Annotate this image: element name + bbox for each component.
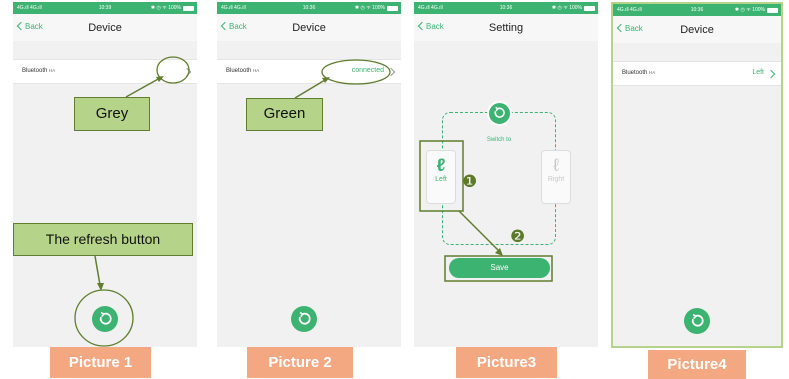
battery-icon bbox=[584, 6, 595, 11]
refresh-icon bbox=[298, 311, 311, 325]
phone-screen-1: 4G.ıll 4G.ıll 10:39 ✱ ◷ ᯤ 100% Back Devi… bbox=[13, 2, 197, 347]
refresh-icon bbox=[99, 311, 112, 325]
refresh-icon bbox=[691, 313, 704, 327]
caption-picture-2: Picture 2 bbox=[247, 347, 353, 378]
left-device-card[interactable]: ℓ Left bbox=[426, 150, 456, 204]
refresh-button[interactable] bbox=[291, 306, 317, 332]
status-icons: ✱ ◷ ᯤ 100% bbox=[551, 5, 582, 11]
status-icons: ✱ ◷ ᯤ 100% bbox=[150, 5, 181, 11]
refresh-button[interactable] bbox=[684, 308, 710, 334]
status-bar: 4G.ıll 4G.ıll 10:36 ✱ ◷ ᯤ 100% bbox=[613, 4, 781, 16]
caption-picture-3: Picture3 bbox=[456, 347, 557, 378]
right-label: Right bbox=[547, 176, 565, 183]
step-2-marker: ❷ bbox=[510, 227, 526, 246]
page-title: Device bbox=[292, 22, 326, 34]
caption-picture-4: Picture4 bbox=[648, 350, 746, 379]
refresh-button[interactable] bbox=[92, 306, 118, 332]
status-bar: 4G.ıll 4G.ıll 10:36 ✱ ◷ ᯤ 100% bbox=[414, 2, 598, 14]
caption-picture-1: Picture 1 bbox=[50, 347, 151, 378]
page-title: Device bbox=[88, 22, 122, 34]
connection-status: connected bbox=[351, 67, 384, 74]
nav-bar: Back Device bbox=[13, 14, 197, 41]
status-icons: ✱ ◷ ᯤ 100% bbox=[354, 5, 385, 11]
phone-screen-2: 4G.ıll 4G.ıll 10:36 ✱ ◷ ᯤ 100% Back Devi… bbox=[217, 2, 401, 347]
nav-bar: Back Setting bbox=[414, 14, 598, 41]
left-ear-icon: ℓ bbox=[436, 155, 446, 175]
bluetooth-row[interactable]: Bluetooth HA connected bbox=[217, 59, 401, 84]
right-device-card[interactable]: ℓ Right bbox=[541, 150, 571, 204]
switch-to-label: Switch to bbox=[486, 137, 512, 143]
left-label: Left bbox=[435, 176, 447, 183]
callout-grey: Grey bbox=[74, 97, 150, 131]
right-ear-icon: ℓ bbox=[553, 155, 559, 175]
side-value: Left bbox=[752, 69, 764, 76]
chevron-right-icon bbox=[386, 67, 396, 77]
step-1-marker: ❶ bbox=[462, 172, 478, 191]
switch-button[interactable] bbox=[487, 101, 512, 126]
battery-icon bbox=[183, 6, 194, 11]
callout-refresh: The refresh button bbox=[13, 223, 193, 256]
status-bar: 4G.ıll 4G.ıll 10:39 ✱ ◷ ᯤ 100% bbox=[13, 2, 197, 14]
bluetooth-label: Bluetooth HA bbox=[22, 68, 56, 74]
status-bar: 4G.ıll 4G.ıll 10:36 ✱ ◷ ᯤ 100% bbox=[217, 2, 401, 14]
nav-bar: Back Device bbox=[613, 16, 781, 43]
switch-frame bbox=[442, 112, 556, 245]
save-button[interactable]: Save bbox=[449, 258, 550, 278]
phone-screen-3: 4G.ıll 4G.ıll 10:36 ✱ ◷ ᯤ 100% Back Sett… bbox=[414, 2, 598, 347]
battery-icon bbox=[387, 6, 398, 11]
nav-bar: Back Device bbox=[217, 14, 401, 41]
status-icons: ✱ ◷ ᯤ 100% bbox=[734, 7, 765, 13]
refresh-icon bbox=[494, 106, 505, 118]
bluetooth-row[interactable]: Bluetooth HA bbox=[13, 59, 197, 84]
callout-green: Green bbox=[246, 98, 323, 131]
phone-screen-4: 4G.ıll 4G.ıll 10:36 ✱ ◷ ᯤ 100% Back Devi… bbox=[611, 2, 783, 348]
page-title: Setting bbox=[488, 22, 524, 34]
page-title: Device bbox=[680, 24, 714, 36]
bluetooth-row[interactable]: Bluetooth HA Left bbox=[613, 61, 781, 86]
battery-icon bbox=[767, 8, 778, 13]
bluetooth-label: Bluetooth HA bbox=[622, 70, 656, 76]
bluetooth-label: Bluetooth HA bbox=[226, 68, 260, 74]
chevron-right-icon bbox=[182, 67, 192, 77]
chevron-right-icon bbox=[766, 69, 776, 79]
